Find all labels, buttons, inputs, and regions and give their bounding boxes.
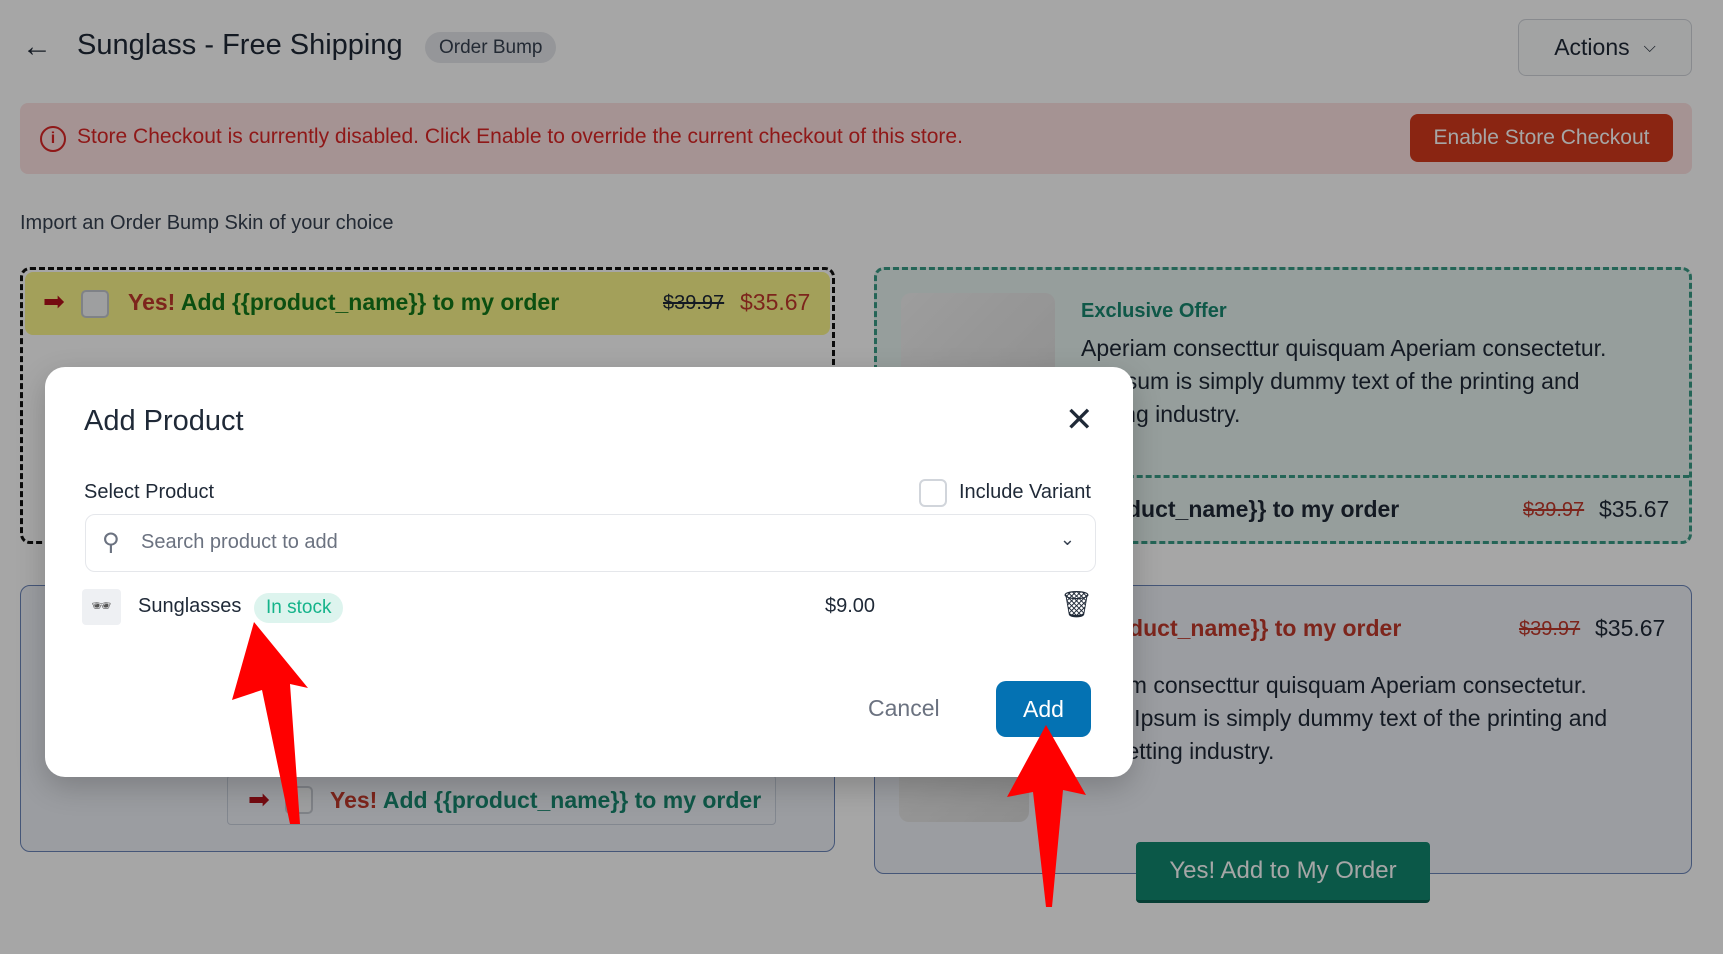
annotation-arrow-stock [232,622,308,824]
annotation-arrows [232,622,1086,907]
annotation-arrow-add [1007,725,1086,907]
